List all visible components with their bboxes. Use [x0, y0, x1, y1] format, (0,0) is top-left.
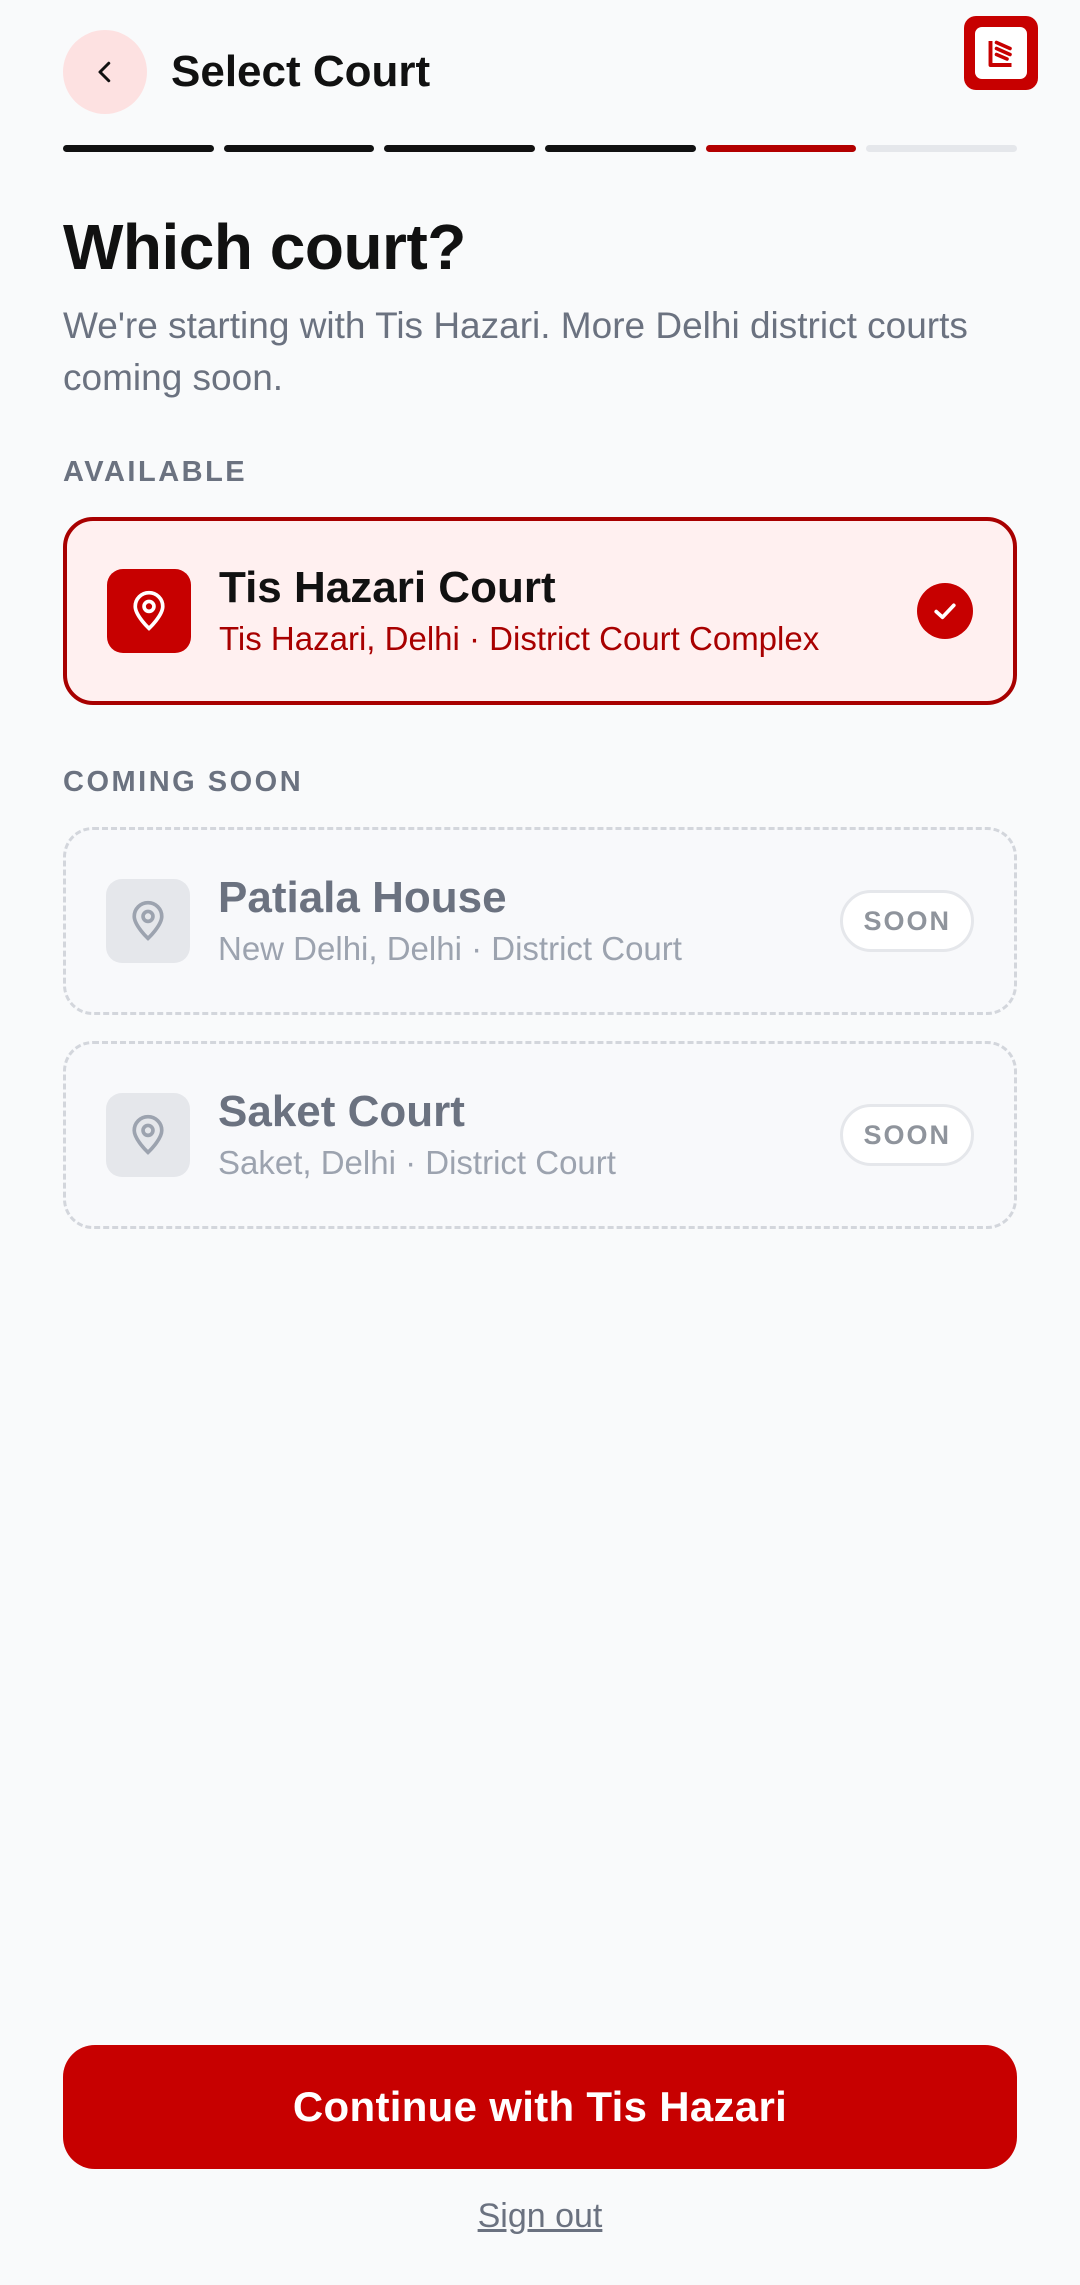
court-name: Tis Hazari Court: [219, 563, 556, 612]
sign-out-link[interactable]: Sign out: [0, 2197, 1080, 2236]
back-button[interactable]: [63, 30, 147, 114]
subtitle: We're starting with Tis Hazari. More Del…: [63, 305, 968, 398]
header: Select Court: [63, 16, 1038, 114]
progress-step-6: [866, 145, 1018, 152]
chevron-left-icon: [98, 61, 111, 83]
soon-badge: SOON: [840, 890, 974, 952]
progress-step-3: [384, 145, 536, 152]
headline: Which court?: [63, 211, 466, 283]
app-logo: [964, 16, 1038, 90]
progress-step-5: [705, 145, 857, 152]
court-card-tis-hazari[interactable]: Tis Hazari Court Tis Hazari, Delhi · Dis…: [63, 517, 1017, 705]
continue-button[interactable]: Continue with Tis Hazari: [63, 2045, 1017, 2169]
map-pin-icon: [133, 590, 165, 631]
court-pin-box: [106, 879, 190, 963]
court-name: Patiala House: [218, 873, 507, 922]
map-pin-icon: [132, 1114, 164, 1155]
check-icon: [934, 603, 956, 620]
court-location: New Delhi, Delhi · District Court: [218, 930, 682, 967]
court-pin-box: [107, 569, 191, 653]
court-location: Saket, Delhi · District Court: [218, 1144, 616, 1181]
court-name: Saket Court: [218, 1087, 465, 1136]
progress-step-1: [63, 145, 214, 152]
progress-step-2: [223, 145, 375, 152]
progress-bar: [63, 145, 1018, 153]
page-title: Select Court: [171, 47, 431, 96]
court-card-saket: Saket Court Saket, Delhi · District Cour…: [63, 1041, 1017, 1229]
selected-check: [917, 583, 973, 639]
soon-badge: SOON: [840, 1104, 974, 1166]
map-pin-icon: [132, 900, 164, 941]
court-pin-box: [106, 1093, 190, 1177]
court-location: Tis Hazari, Delhi · District Court Compl…: [219, 620, 820, 657]
available-section-label: AVAILABLE: [63, 456, 248, 488]
coming-soon-section-label: COMING SOON: [63, 766, 304, 798]
select-court-screen: Select Court Which court? We're starting…: [0, 0, 1080, 2285]
progress-step-4: [545, 145, 696, 152]
app-logo-icon: [988, 40, 1012, 67]
court-card-patiala-house: Patiala House New Delhi, Delhi · Distric…: [63, 827, 1017, 1015]
